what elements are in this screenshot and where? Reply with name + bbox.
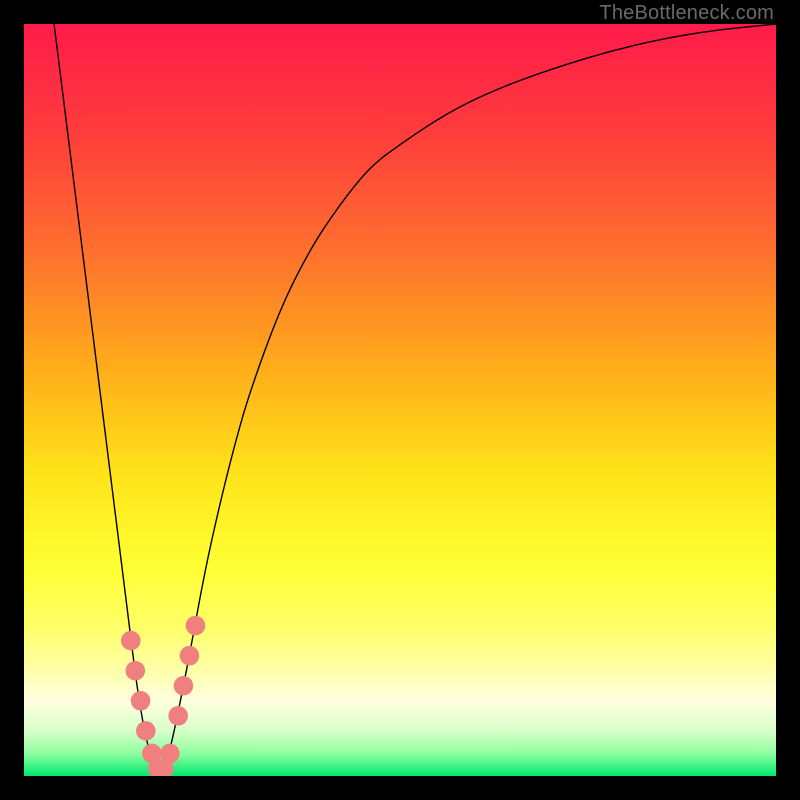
data-marker	[160, 744, 180, 764]
watermark-text: TheBottleneck.com	[599, 2, 774, 25]
data-marker	[136, 721, 156, 741]
data-marker	[174, 676, 194, 696]
data-marker	[131, 691, 151, 711]
data-marker	[186, 616, 206, 636]
data-marker	[180, 646, 200, 666]
data-marker	[121, 631, 141, 651]
chart-frame: TheBottleneck.com	[0, 0, 800, 800]
data-marker	[168, 706, 188, 726]
data-marker	[126, 661, 146, 681]
bottleneck-chart	[24, 24, 776, 776]
